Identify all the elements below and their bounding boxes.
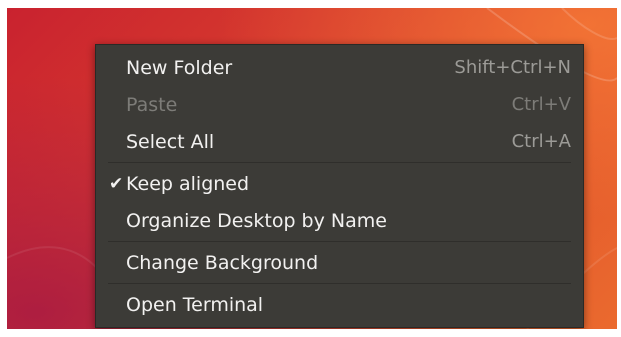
- menu-item-label: Keep aligned: [126, 172, 250, 195]
- menu-item-open-terminal[interactable]: Open Terminal: [96, 286, 583, 323]
- menu-item-shortcut: Shift+Ctrl+N: [454, 57, 571, 78]
- desktop-context-menu: New Folder Shift+Ctrl+N Paste Ctrl+V Sel…: [95, 44, 584, 328]
- menu-separator: [108, 283, 571, 284]
- menu-separator: [108, 241, 571, 242]
- menu-separator: [108, 162, 571, 163]
- menu-item-label: Open Terminal: [126, 293, 264, 316]
- menu-item-new-folder[interactable]: New Folder Shift+Ctrl+N: [96, 49, 583, 86]
- menu-item-label: Change Background: [126, 251, 319, 274]
- menu-item-label: Organize Desktop by Name: [126, 209, 387, 232]
- menu-item-label: Paste: [126, 93, 178, 116]
- menu-item-organize-desktop-by-name[interactable]: Organize Desktop by Name: [96, 202, 583, 239]
- menu-item-keep-aligned[interactable]: ✔ Keep aligned: [96, 165, 583, 202]
- menu-item-label: New Folder: [126, 56, 233, 79]
- menu-item-select-all[interactable]: Select All Ctrl+A: [96, 123, 583, 160]
- menu-item-paste: Paste Ctrl+V: [96, 86, 583, 123]
- menu-item-label: Select All: [126, 130, 215, 153]
- desktop-background[interactable]: New Folder Shift+Ctrl+N Paste Ctrl+V Sel…: [7, 8, 617, 329]
- menu-item-shortcut: Ctrl+A: [511, 131, 571, 152]
- menu-item-change-background[interactable]: Change Background: [96, 244, 583, 281]
- menu-item-shortcut: Ctrl+V: [511, 94, 571, 115]
- checkmark-icon: ✔: [109, 173, 124, 194]
